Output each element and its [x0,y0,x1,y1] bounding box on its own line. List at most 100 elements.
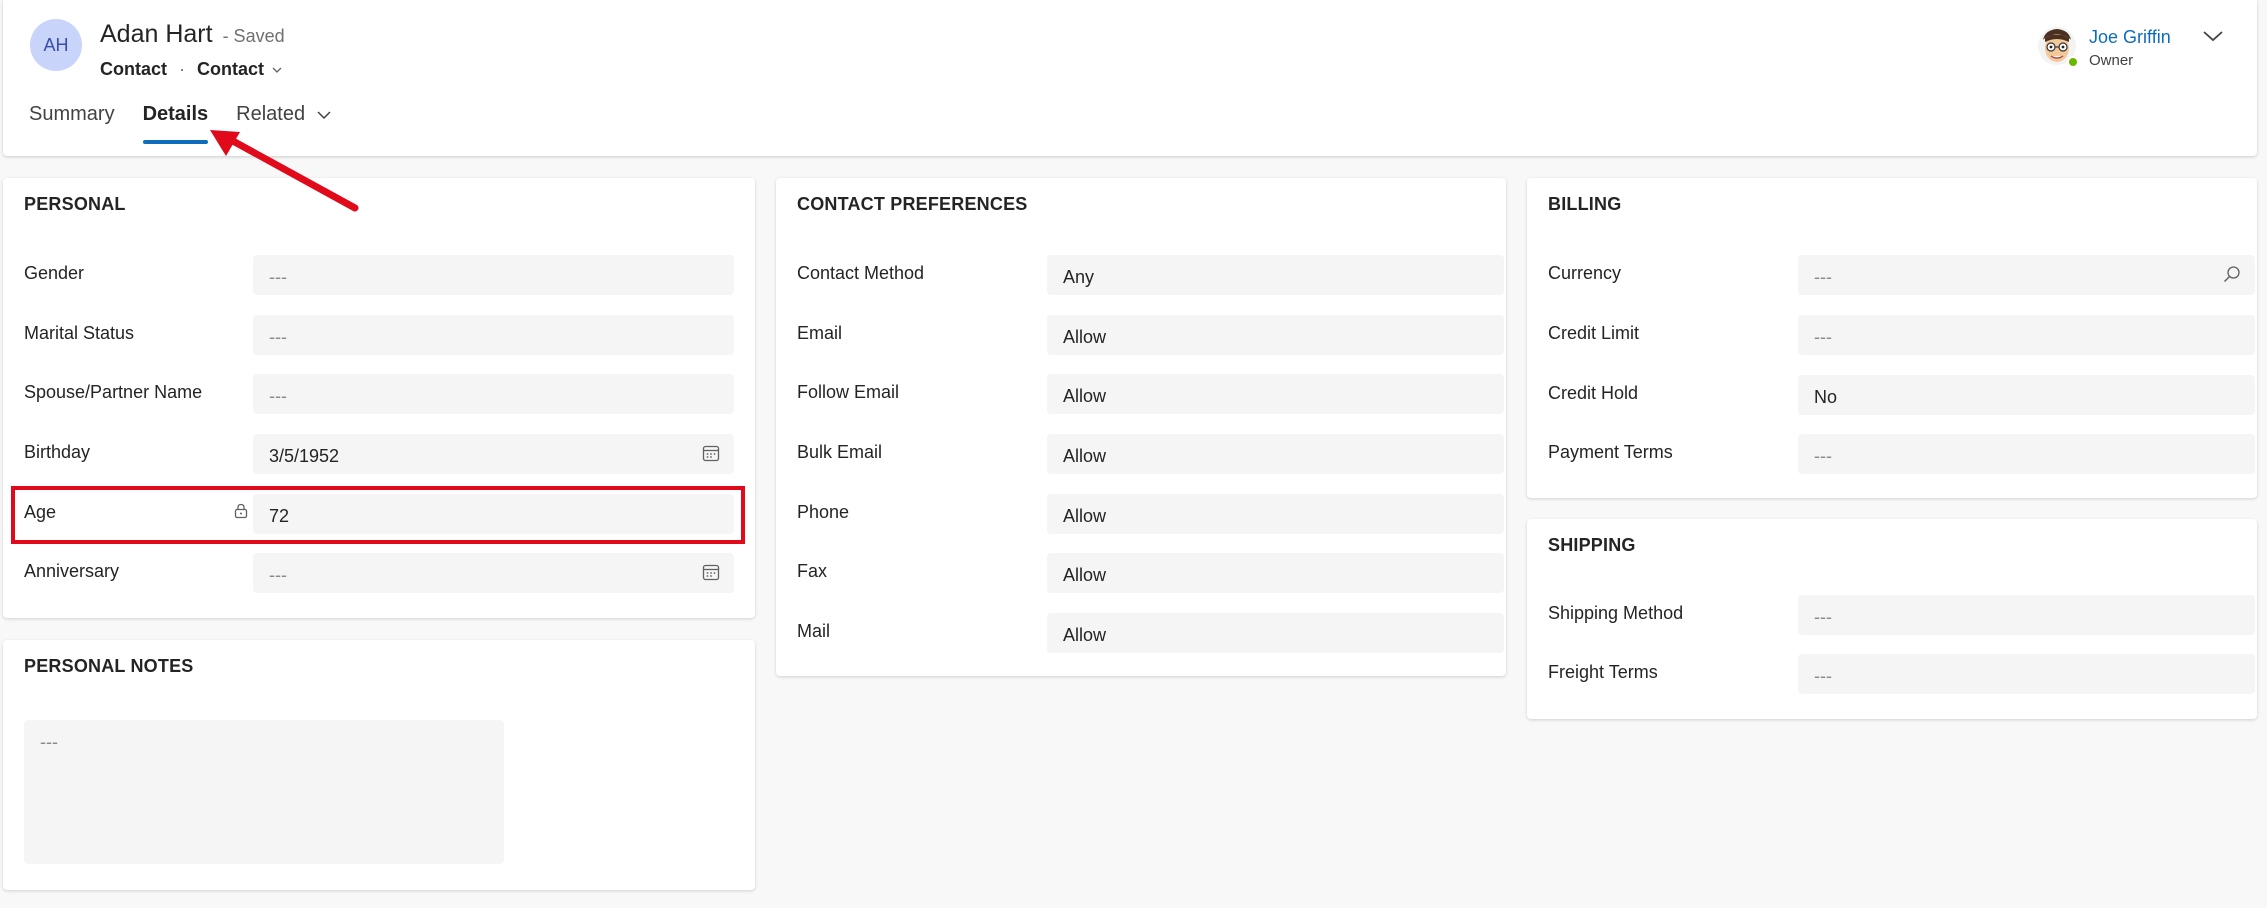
field-label: Email [797,323,843,343]
field-label: Birthday [24,442,91,462]
field-value: Allow [1063,506,1107,526]
tab-details[interactable]: Details [142,103,209,144]
record-name: Adan Hart [100,20,213,48]
section-title: PERSONAL [24,194,126,214]
personal-notes-textarea[interactable]: --- [24,720,504,864]
owner-info: Joe Griffin Owner [2037,26,2171,69]
chevron-down-icon [317,110,331,119]
search-icon[interactable] [2223,265,2241,283]
field-age: Age 72 [24,494,734,534]
age-input[interactable]: 72 [253,494,734,534]
section-title: BILLING [1548,194,1622,214]
shipping-method-select[interactable]: --- [1798,595,2255,635]
field-value: --- [1814,607,1832,627]
field-spouse-partner: Spouse/Partner Name --- [24,374,734,414]
field-mail: Mail Allow [797,613,1504,653]
anniversary-input[interactable]: --- [253,553,734,593]
field-label: Spouse/Partner Name [24,382,203,402]
field-value: --- [269,386,287,406]
avatar-initials: AH [43,34,69,55]
fax-preference-select[interactable]: Allow [1047,553,1504,593]
field-fax: Fax Allow [797,553,1504,593]
field-value: Allow [1063,625,1107,645]
freight-terms-select[interactable]: --- [1798,654,2255,694]
mail-preference-select[interactable]: Allow [1047,613,1504,653]
payment-terms-select[interactable]: --- [1798,434,2255,474]
owner-text: Joe Griffin Owner [2089,26,2171,69]
field-currency: Currency --- [1548,255,2255,295]
field-bulk-email: Bulk Email Allow [797,434,1504,474]
tab-summary[interactable]: Summary [29,103,115,144]
field-anniversary: Anniversary --- [24,553,734,593]
personal-section: PERSONAL Gender --- Marital Status --- S… [3,178,755,618]
spouse-partner-input[interactable]: --- [253,374,734,414]
field-value: --- [1814,267,1832,287]
field-birthday: Birthday 3/5/1952 [24,434,734,474]
lock-icon [234,503,248,519]
field-label: Marital Status [24,323,135,343]
phone-preference-select[interactable]: Allow [1047,494,1504,534]
section-title: CONTACT PREFERENCES [797,194,1028,214]
calendar-icon[interactable] [702,444,720,462]
field-email: Email Allow [797,315,1504,355]
field-label: Credit Limit [1548,323,1640,343]
birthday-input[interactable]: 3/5/1952 [253,434,734,474]
owner-avatar[interactable] [2037,26,2079,68]
field-value: --- [1814,327,1832,347]
field-label: Anniversary [24,561,120,581]
field-label: Shipping Method [1548,603,1684,623]
calendar-icon[interactable] [702,563,720,581]
currency-lookup-input[interactable]: --- [1798,255,2255,295]
contact-method-select[interactable]: Any [1047,255,1504,295]
entity-name: Contact [100,59,167,79]
tab-related[interactable]: Related [236,103,331,144]
field-freight-terms: Freight Terms --- [1548,654,2255,694]
tab-details-label: Details [142,103,209,125]
marital-status-input[interactable]: --- [253,315,734,355]
owner-name-link[interactable]: Joe Griffin [2089,26,2171,48]
gender-input[interactable]: --- [253,255,734,295]
email-preference-select[interactable]: Allow [1047,315,1504,355]
field-value: --- [1814,666,1832,686]
form-selector-label: Contact [197,59,264,79]
field-value: Allow [1063,386,1107,406]
bulk-email-select[interactable]: Allow [1047,434,1504,474]
field-value: No [1814,387,1838,407]
field-shipping-method: Shipping Method --- [1548,595,2255,635]
owner-role: Owner [2089,52,2134,69]
field-value: --- [1814,446,1832,466]
field-label: Freight Terms [1548,662,1658,682]
field-value: 3/5/1952 [269,446,340,466]
field-label: Fax [797,561,828,581]
billing-section: BILLING Currency --- Credit Limit --- Cr… [1527,178,2257,498]
field-label: Bulk Email [797,442,883,462]
field-gender: Gender --- [24,255,734,295]
field-payment-terms: Payment Terms --- [1548,434,2255,474]
field-value: Allow [1063,446,1107,466]
follow-email-select[interactable]: Allow [1047,374,1504,414]
personal-notes-section: PERSONAL NOTES --- [3,640,755,890]
field-credit-limit: Credit Limit --- [1548,315,2255,355]
chevron-down-icon [272,67,282,73]
save-status: - Saved [222,26,285,46]
field-value: 72 [269,506,290,526]
record-header: AH Adan Hart - Saved Contact · Contact S… [3,0,2257,156]
credit-limit-input[interactable]: --- [1798,315,2255,355]
field-label: Phone [797,502,850,522]
field-value: --- [269,267,287,287]
credit-hold-select[interactable]: No [1798,375,2255,415]
field-label: Mail [797,621,831,641]
shipping-section: SHIPPING Shipping Method --- Freight Ter… [1527,519,2257,719]
expand-header-chevron-icon[interactable] [2201,28,2225,44]
field-label: Currency [1548,263,1622,283]
field-label: Payment Terms [1548,442,1673,462]
field-label: Credit Hold [1548,383,1639,403]
record-avatar: AH [30,19,82,71]
field-value: Allow [1063,565,1107,585]
field-value: --- [40,732,58,752]
field-value: Allow [1063,327,1107,347]
separator-dot: · [179,59,185,79]
tab-related-label: Related [236,103,306,125]
form-selector[interactable]: Contact [197,59,282,80]
contact-preferences-section: CONTACT PREFERENCES Contact Method Any E… [776,178,1506,676]
